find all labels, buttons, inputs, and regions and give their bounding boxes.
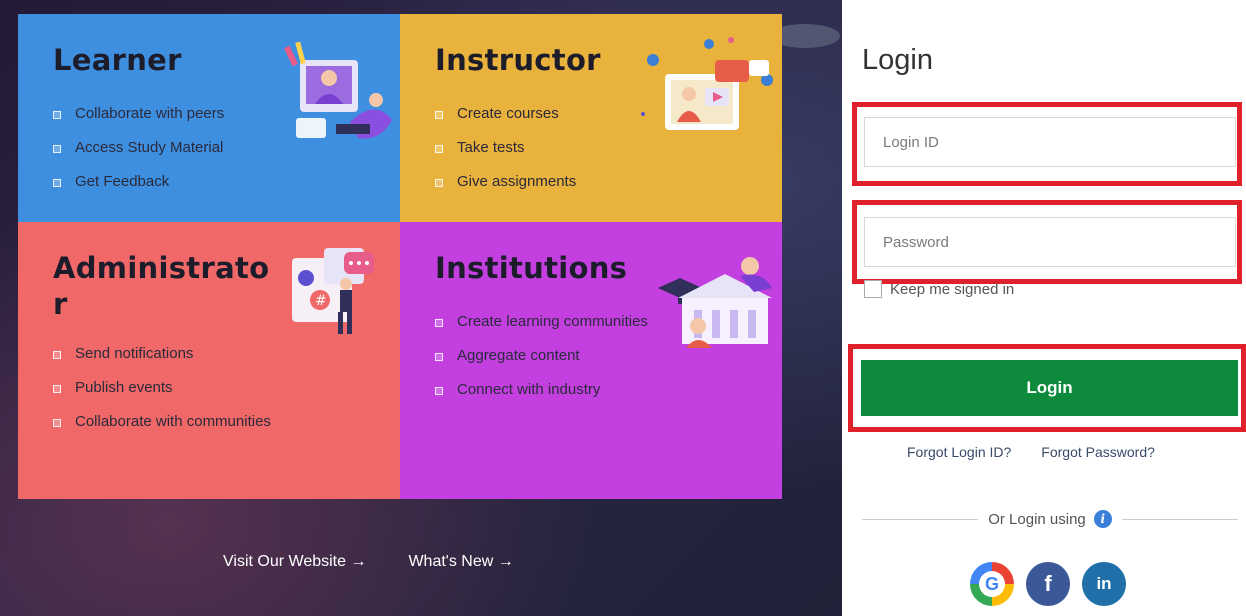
visit-website-link[interactable]: Visit Our Website → [223, 553, 366, 571]
forgot-links: Forgot Login ID? Forgot Password? [907, 444, 1155, 460]
administrator-title: Administrator [53, 251, 270, 321]
info-icon[interactable]: i [1093, 510, 1112, 528]
linkedin-icon[interactable]: in [1082, 562, 1126, 606]
google-icon[interactable]: G [970, 562, 1014, 606]
social-login-buttons: G f in [970, 562, 1126, 606]
login-panel: Login Keep me signed in Login Forgot Log… [842, 0, 1246, 616]
list-item: Get Feedback [53, 170, 275, 194]
instructor-illustration-icon [641, 37, 773, 130]
list-item: Access Study Material [53, 136, 275, 160]
list-item: Create learning communities [435, 310, 652, 334]
administrator-list: Send notifications Publish events Collab… [53, 342, 400, 434]
list-item: Collaborate with communities [53, 410, 275, 434]
list-item: Take tests [435, 136, 657, 160]
institutions-card: Institutions Create learning communities… [400, 222, 782, 499]
list-item: Connect with industry [435, 378, 652, 402]
administrator-card: Administrator Send notifications Publish… [18, 222, 400, 499]
or-login-label-wrap: Or Login using i [978, 510, 1122, 528]
list-item: Publish events [53, 376, 275, 400]
svg-text:#: # [315, 293, 327, 309]
login-id-input[interactable] [864, 117, 1236, 167]
list-item: Aggregate content [435, 344, 652, 368]
login-button[interactable]: Login [861, 360, 1238, 416]
footer-links: Visit Our Website → What's New → [223, 553, 514, 571]
keep-signed-in-label: Keep me signed in [890, 280, 1015, 298]
forgot-password-link[interactable]: Forgot Password? [1041, 444, 1155, 460]
learner-illustration-icon [284, 41, 392, 139]
facebook-icon[interactable]: f [1026, 562, 1070, 606]
whats-new-link[interactable]: What's New → [408, 553, 513, 571]
or-login-divider: Or Login using i [862, 510, 1238, 528]
login-title: Login [862, 44, 933, 76]
list-item: Create courses [435, 102, 657, 126]
list-item: Send notifications [53, 342, 275, 366]
learner-title: Learner [53, 43, 182, 77]
keep-signed-in[interactable]: Keep me signed in [864, 280, 1014, 298]
or-login-label: Or Login using [988, 510, 1086, 528]
list-item: Give assignments [435, 170, 657, 194]
role-cards-grid: Learner Collaborate with peers Access St… [18, 14, 782, 499]
keep-signed-in-checkbox[interactable] [864, 280, 882, 298]
administrator-illustration-icon: # [292, 248, 374, 334]
forgot-login-id-link[interactable]: Forgot Login ID? [907, 444, 1011, 460]
instructor-card: Instructor Create courses Take tests Giv… [400, 14, 782, 222]
password-input[interactable] [864, 217, 1236, 267]
institutions-illustration-icon [658, 257, 772, 348]
google-glyph: G [979, 571, 1005, 597]
divider-line [862, 518, 979, 520]
institutions-title: Institutions [435, 251, 628, 285]
instructor-title: Instructor [435, 43, 601, 77]
learner-card: Learner Collaborate with peers Access St… [18, 14, 400, 222]
divider-line [1121, 518, 1238, 520]
list-item: Collaborate with peers [53, 102, 275, 126]
